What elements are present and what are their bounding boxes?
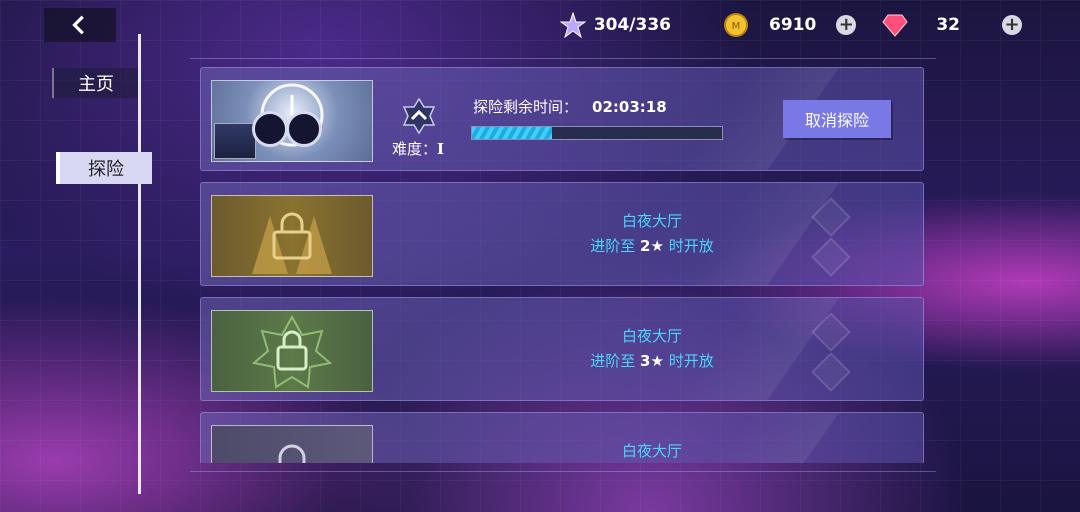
resource-bar: 304/336 M 6910 + 32 + — [536, 10, 1022, 40]
coin-value: 6910 — [769, 15, 817, 35]
nav-divider — [138, 34, 141, 494]
mission-title: 白夜大厅 — [621, 212, 682, 230]
stamina-star-icon — [559, 12, 586, 38]
mission-progress-bar — [471, 126, 723, 140]
padlock-icon — [278, 444, 306, 463]
back-button[interactable] — [44, 8, 116, 42]
stamina-value: 304/336 — [593, 15, 671, 35]
mission-title: 白夜大厅 — [621, 442, 682, 460]
coin-counter: M 6910 — [723, 12, 816, 38]
crystal-gem-icon — [882, 12, 908, 38]
requirement-prefix: 进阶至 — [590, 237, 636, 255]
time-remaining-caption: 探险剩余时间： — [473, 98, 579, 116]
team-slot-2 — [286, 111, 322, 147]
character-avatar — [214, 123, 256, 159]
requirement-suffix: 时开放 — [668, 237, 714, 255]
unlock-requirement: 进阶至 2★ 时开放 — [381, 234, 923, 259]
coin-icon: M — [723, 12, 749, 38]
difficulty-chevron-icon — [402, 98, 436, 134]
requirement-star: 2★ — [640, 237, 664, 255]
padlock-icon — [251, 314, 333, 389]
mission-thumbnail — [211, 310, 373, 392]
chevron-left-icon — [72, 15, 84, 35]
mission-thumbnail — [211, 195, 373, 277]
time-remaining-label: 探险剩余时间： 02:03:18 — [473, 96, 667, 117]
mission-card-locked[interactable]: 白夜大厅 进阶至 3★ 时开放 — [200, 297, 924, 401]
mission-card-locked[interactable]: 白夜大厅 — [200, 412, 924, 463]
mission-card-active[interactable]: 难度：I 探险剩余时间： 02:03:18 取消探险 — [200, 67, 924, 171]
add-coins-button[interactable]: + — [836, 15, 857, 35]
team-slot-1 — [252, 111, 288, 147]
mission-lock-text: 白夜大厅 — [381, 439, 923, 463]
stamina-counter: 304/336 — [559, 12, 671, 38]
requirement-star: 3★ — [640, 352, 664, 370]
difficulty-value: I — [437, 140, 445, 158]
mission-thumbnail — [211, 80, 373, 162]
time-remaining-value: 02:03:18 — [592, 98, 667, 116]
svg-text:M: M — [732, 21, 741, 32]
nav-explore-tab[interactable]: 探险 — [56, 152, 152, 184]
crystal-value: 32 — [936, 15, 960, 35]
mission-list[interactable]: 难度：I 探险剩余时间： 02:03:18 取消探险 白夜大厅 进阶至 2★ 时开… — [200, 67, 924, 463]
mission-lock-text: 白夜大厅 进阶至 2★ 时开放 — [381, 209, 923, 259]
requirement-prefix: 进阶至 — [590, 352, 636, 370]
mission-progress-fill — [472, 127, 552, 139]
cancel-exploration-button[interactable]: 取消探险 — [783, 100, 891, 138]
crystal-counter: 32 — [882, 12, 960, 38]
mission-card-locked[interactable]: 白夜大厅 进阶至 2★ 时开放 — [200, 182, 924, 286]
mission-thumbnail — [211, 425, 373, 463]
mission-lock-text: 白夜大厅 进阶至 3★ 时开放 — [381, 324, 923, 374]
padlock-icon — [252, 212, 332, 274]
add-crystals-button[interactable]: + — [1002, 15, 1022, 35]
difficulty-caption: 难度： — [392, 140, 438, 158]
difficulty-label: 难度：I — [392, 138, 444, 159]
mission-title: 白夜大厅 — [621, 327, 682, 345]
nav-home-tab[interactable]: 主页 — [52, 68, 138, 98]
unlock-requirement: 进阶至 3★ 时开放 — [381, 349, 923, 374]
requirement-suffix: 时开放 — [668, 352, 714, 370]
